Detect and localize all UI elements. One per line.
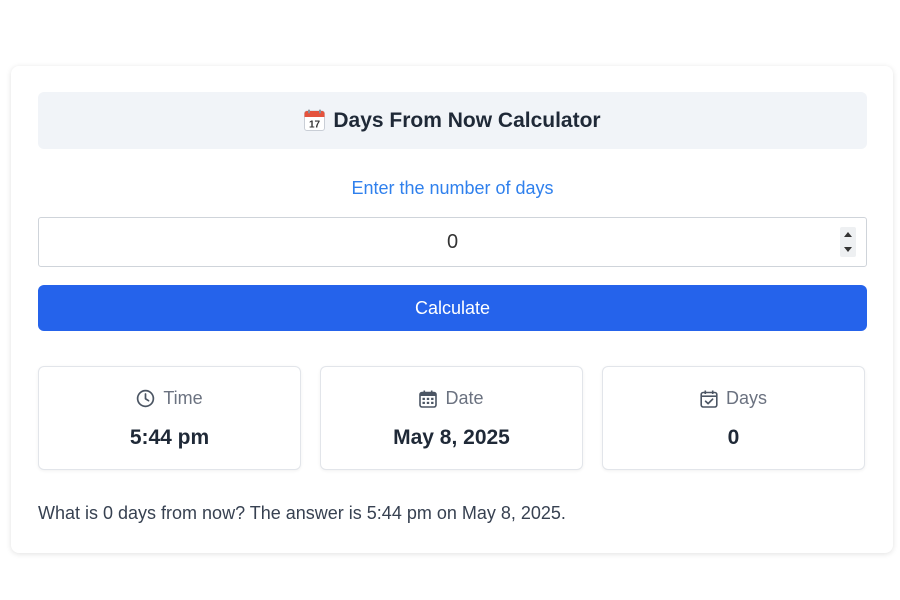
time-result-box: Time 5:44 pm — [38, 366, 301, 470]
calendar-grid-icon — [419, 390, 438, 408]
time-label: Time — [163, 388, 203, 408]
days-input-label: Enter the number of days — [351, 178, 554, 198]
days-input-wrapper — [38, 217, 867, 267]
calculator-header: 17 Days From Now Calculator — [38, 92, 867, 149]
date-value: May 8, 2025 — [393, 426, 510, 449]
date-label: Date — [445, 388, 484, 408]
days-value: 0 — [727, 426, 740, 449]
date-result-box: Date May 8, 2025 — [320, 366, 583, 470]
stepper-up-icon[interactable] — [844, 232, 852, 237]
days-result-box: Days 0 — [602, 366, 865, 470]
days-input[interactable] — [39, 218, 866, 266]
days-label: Days — [725, 388, 767, 408]
calculate-button[interactable]: Calculate — [38, 285, 867, 331]
clock-icon — [137, 389, 155, 408]
stepper-down-icon[interactable] — [844, 247, 852, 252]
calendar-check-icon — [700, 390, 718, 408]
calculator-card: 17 Days From Now Calculator Enter the nu… — [11, 66, 893, 553]
answer-sentence: What is 0 days from now? The answer is 5… — [38, 503, 566, 523]
calendar-emoji-icon: 17 — [304, 109, 326, 131]
days-stepper[interactable] — [840, 227, 856, 257]
page-title: Days From Now Calculator — [333, 108, 601, 132]
time-value: 5:44 pm — [129, 426, 210, 449]
svg-text:17: 17 — [309, 119, 321, 130]
